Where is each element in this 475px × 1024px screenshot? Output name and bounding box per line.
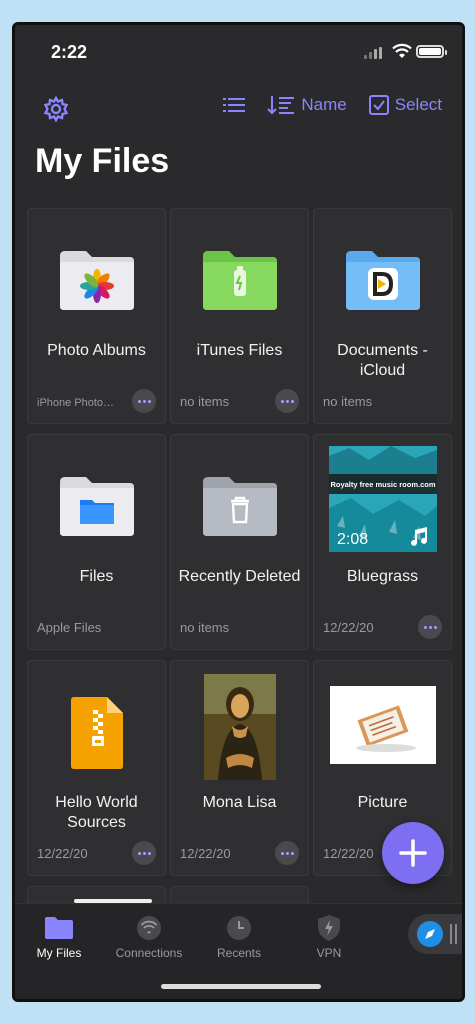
sort-button[interactable]: Name — [267, 95, 347, 115]
file-name: iTunes Files — [196, 342, 283, 359]
image-thumbnail — [329, 686, 436, 764]
file-name: Photo Albums — [47, 342, 146, 359]
file-meta: no items — [180, 620, 230, 635]
file-card[interactable]: Photo Albums iPhone Photo… — [27, 208, 166, 424]
file-meta: 12/22/20 — [323, 620, 374, 635]
file-meta: no items — [180, 394, 230, 409]
folder-icon — [45, 917, 73, 939]
file-name: Documents - iCloud — [337, 342, 428, 379]
image-thumbnail — [203, 674, 276, 780]
wifi-icon — [137, 916, 161, 940]
file-card[interactable]: Recently Deleted no items — [170, 434, 309, 650]
browser-shortcut[interactable] — [408, 914, 462, 954]
trash-folder-icon — [202, 477, 277, 536]
file-name: Files — [79, 568, 114, 585]
file-meta: 12/22/20 — [37, 846, 88, 861]
tab-label: My Files — [36, 946, 82, 960]
select-button[interactable]: Select — [368, 95, 442, 115]
compass-icon — [417, 921, 443, 947]
files-folder-icon — [59, 477, 134, 536]
battery-icon — [416, 45, 447, 58]
file-meta: iPhone Photo… — [37, 397, 115, 409]
tab-bar: My Files Connections Recents VPN — [15, 903, 462, 999]
gear-icon[interactable] — [41, 94, 71, 124]
status-bar: 2:22 — [15, 25, 462, 81]
plus-icon — [399, 839, 427, 867]
shield-bolt-icon — [318, 915, 340, 941]
drag-handle-icon[interactable] — [450, 924, 457, 944]
file-name: Hello World Sources — [55, 794, 138, 831]
file-name: Recently Deleted — [178, 568, 301, 585]
file-card[interactable]: Royalty free music room.com 2:08 Bluegra… — [313, 434, 452, 650]
sort-icon — [267, 96, 295, 115]
file-card[interactable]: Files Apple Files — [27, 434, 166, 650]
file-name: Mona Lisa — [202, 794, 277, 811]
video-thumbnail: Royalty free music room.com 2:08 — [328, 446, 437, 552]
more-options-button[interactable] — [132, 389, 156, 413]
tab-vpn[interactable]: VPN — [289, 914, 369, 960]
tab-recents[interactable]: Recents — [199, 914, 279, 960]
file-meta: 12/22/20 — [323, 846, 374, 861]
file-meta: Apple Files — [37, 620, 102, 635]
file-card[interactable]: iTunes Files no items — [170, 208, 309, 424]
wifi-status-icon — [392, 43, 412, 58]
more-options-button[interactable] — [418, 615, 442, 639]
photos-folder-icon — [59, 251, 134, 310]
status-time: 2:22 — [51, 42, 88, 62]
home-indicator — [161, 984, 321, 989]
file-meta: no items — [323, 394, 373, 409]
more-options-button[interactable] — [275, 389, 299, 413]
clock-icon — [227, 916, 251, 940]
checkbox-icon — [368, 95, 389, 115]
tab-my-files[interactable]: My Files — [19, 914, 99, 960]
tab-label: Recents — [216, 946, 262, 960]
more-options-button[interactable] — [132, 841, 156, 865]
file-name: Picture — [357, 794, 408, 811]
zip-file-icon — [70, 697, 123, 769]
tab-connections[interactable]: Connections — [109, 914, 189, 960]
file-card[interactable]: Documents - iCloud no items — [313, 208, 452, 424]
file-card[interactable]: Mona Lisa 12/22/20 — [170, 660, 309, 876]
select-label: Select — [394, 95, 442, 114]
toolbar: Name Select — [15, 91, 462, 131]
itunes-folder-icon — [202, 251, 277, 310]
file-name: Bluegrass — [346, 568, 419, 585]
add-button[interactable] — [382, 822, 444, 884]
documents-folder-icon — [345, 251, 420, 310]
video-duration: 2:08 — [337, 531, 368, 548]
signal-icon — [364, 47, 382, 59]
file-card[interactable]: Hello World Sources 12/22/20 — [27, 660, 166, 876]
page-title: My Files — [35, 142, 170, 180]
more-options-button[interactable] — [275, 841, 299, 865]
list-view-icon[interactable] — [223, 96, 246, 114]
phone-screen: 2:22 Name Select My Files Photo Albums i… — [12, 22, 465, 1002]
file-meta: 12/22/20 — [180, 846, 231, 861]
tab-label: Connections — [115, 946, 183, 960]
video-overlay-text: Royalty free music room.com — [330, 480, 435, 489]
tab-label: VPN — [316, 946, 342, 960]
sort-label: Name — [301, 95, 347, 114]
